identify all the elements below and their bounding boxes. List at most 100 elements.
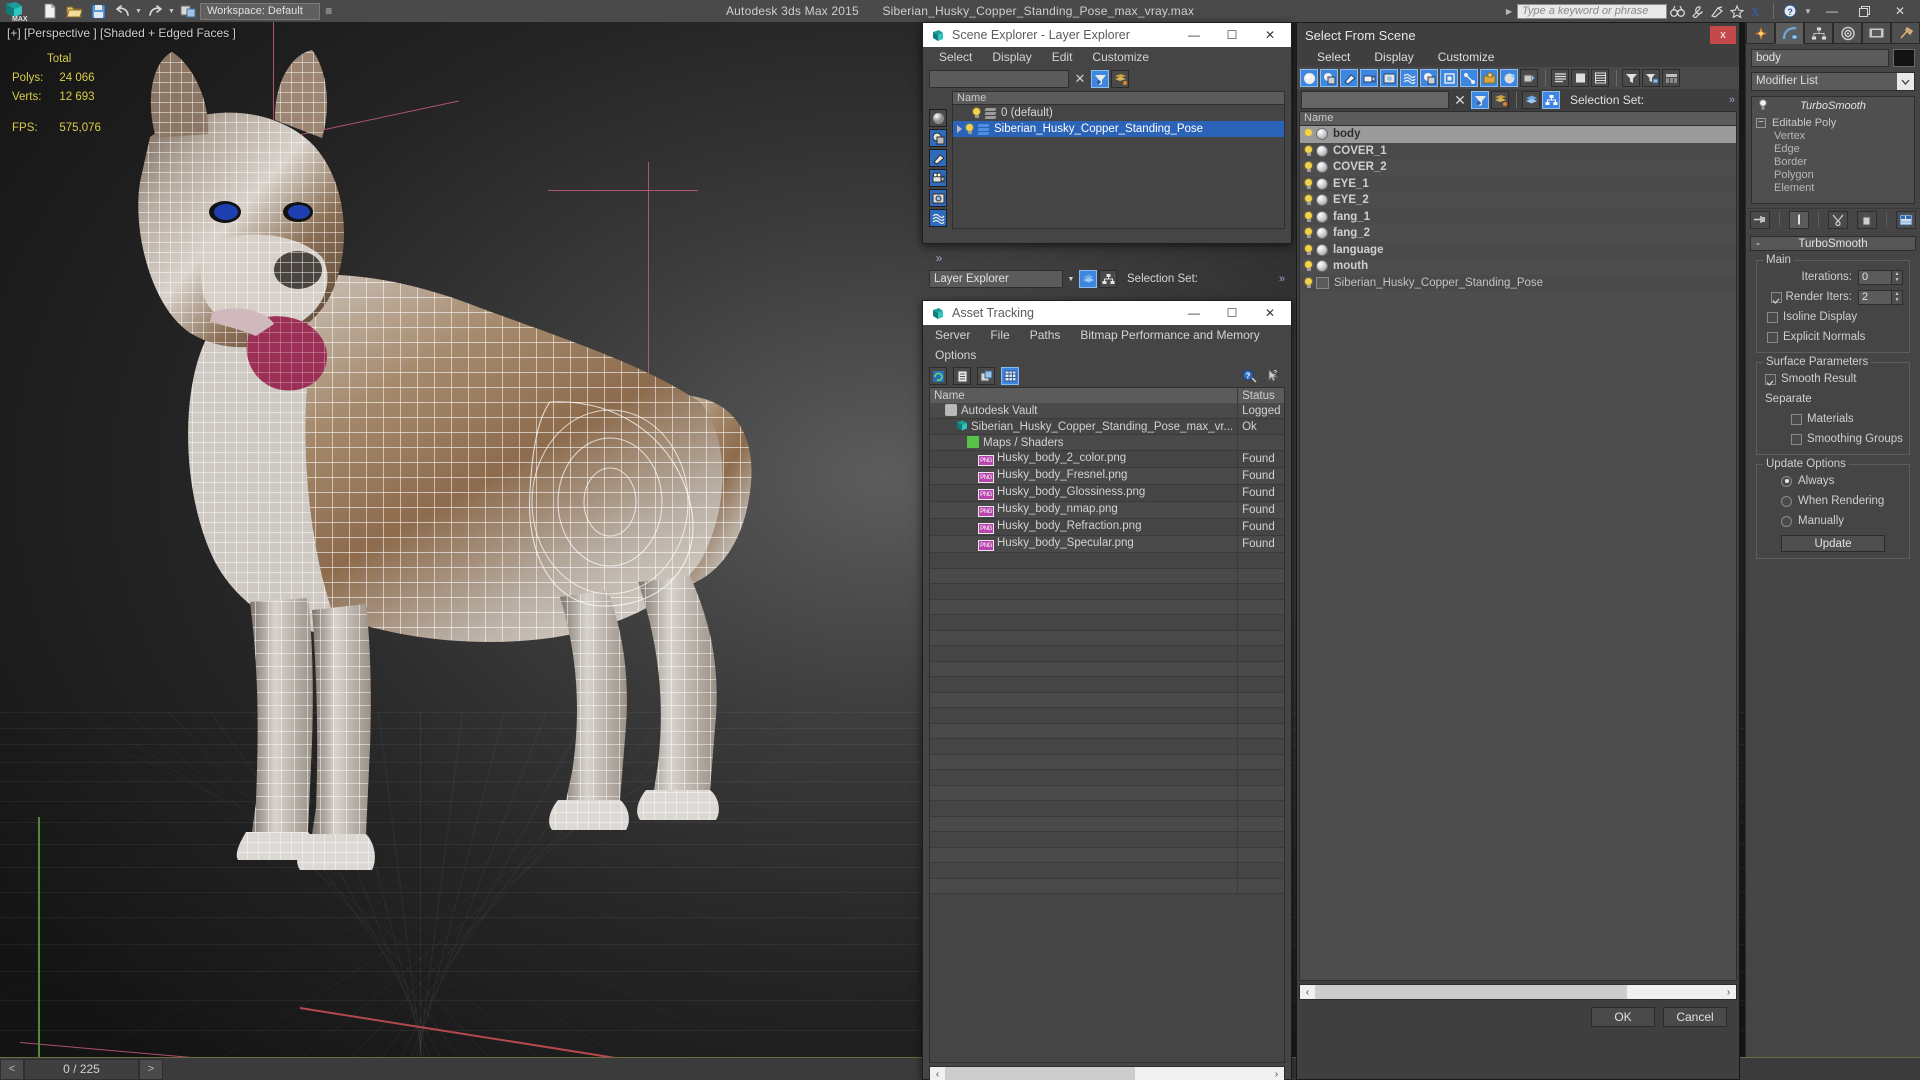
- list-item[interactable]: language: [1300, 241, 1736, 258]
- redo-dropdown-icon[interactable]: ▼: [167, 0, 176, 22]
- isoline-row[interactable]: Isoline Display: [1763, 309, 1903, 325]
- list-item[interactable]: EYE_1: [1300, 175, 1736, 192]
- asset-name-cell[interactable]: [930, 630, 1239, 646]
- modifier-stack-buttons[interactable]: [1746, 208, 1920, 230]
- modifier-stack[interactable]: TurboSmooth − Editable Poly Vertex Edge …: [1751, 96, 1915, 204]
- rollout-header[interactable]: - TurboSmooth: [1750, 236, 1916, 251]
- asset-name-cell[interactable]: [930, 769, 1239, 786]
- asset-name-cell[interactable]: [930, 847, 1239, 863]
- stack-item-editable-poly[interactable]: − Editable Poly: [1752, 116, 1914, 129]
- satellite-icon[interactable]: [1707, 1, 1727, 21]
- filter-icon[interactable]: [1622, 69, 1640, 87]
- help-icon[interactable]: ?: [1780, 1, 1800, 21]
- scene-explorer-titlebar[interactable]: Scene Explorer - Layer Explorer — ☐ ✕: [923, 23, 1291, 47]
- xrefs-icon[interactable]: [1440, 69, 1458, 87]
- iterations-stepper[interactable]: 0 ▲ ▼: [1858, 269, 1903, 285]
- clear-x-icon[interactable]: ✕: [1069, 71, 1091, 87]
- scroll-right-arrow[interactable]: ›: [1269, 1069, 1284, 1080]
- scroll-thumb[interactable]: [1315, 985, 1627, 999]
- manually-row[interactable]: Manually: [1763, 513, 1903, 529]
- filter-toggle-icon[interactable]: [1471, 91, 1489, 109]
- select-from-scene-close[interactable]: x: [1710, 26, 1736, 44]
- scroll-right-arrow[interactable]: ›: [1721, 987, 1736, 998]
- layer-filter-icon[interactable]: [1111, 70, 1129, 88]
- menu-display[interactable]: Display: [982, 50, 1041, 64]
- hierarchy-mode-icon[interactable]: [1099, 270, 1117, 288]
- object-visibility-icon[interactable]: [1303, 244, 1314, 256]
- menu-select[interactable]: Select: [1305, 50, 1362, 64]
- asset-name-cell[interactable]: PNG Husky_body_Refraction.png: [930, 518, 1239, 536]
- scene-explorer-maximize[interactable]: ☐: [1213, 23, 1251, 47]
- list-item[interactable]: Siberian_Husky_Copper_Standing_Pose: [953, 121, 1284, 137]
- asset-tracking-menubar-row1[interactable]: Server File Paths Bitmap Performance and…: [923, 325, 1291, 345]
- undo-icon[interactable]: [110, 0, 134, 22]
- lights-icon[interactable]: [929, 149, 947, 167]
- freeze-icon[interactable]: [1520, 69, 1538, 87]
- frame-next-button[interactable]: >: [139, 1058, 163, 1080]
- render-iters-value[interactable]: 2: [1858, 289, 1892, 305]
- hierarchy-icon[interactable]: [1542, 91, 1560, 109]
- asset-tracking-menubar-row2[interactable]: Options: [923, 345, 1291, 365]
- help-dropdown-icon[interactable]: ▼: [1800, 7, 1816, 16]
- particle-icon[interactable]: [1500, 69, 1518, 87]
- cancel-button[interactable]: Cancel: [1663, 1007, 1727, 1027]
- asset-name-cell[interactable]: [930, 692, 1239, 708]
- asset-name-cell[interactable]: [930, 723, 1239, 739]
- menu-file[interactable]: File: [980, 328, 1019, 342]
- scene-explorer-list[interactable]: 0 (default) Siberian_Husky_Copper_Standi…: [952, 105, 1285, 229]
- scroll-thumb[interactable]: [945, 1067, 1135, 1080]
- detail-icon[interactable]: [1591, 69, 1609, 87]
- select-from-scene-filter-toolbar[interactable]: [1297, 67, 1739, 89]
- asset-name-cell[interactable]: [930, 800, 1239, 817]
- stack-subobject-element[interactable]: Element: [1752, 181, 1914, 194]
- new-file-icon[interactable]: [38, 0, 62, 22]
- toolbar-overflow[interactable]: »: [1729, 94, 1735, 106]
- stack-subobject-border[interactable]: Border: [1752, 155, 1914, 168]
- object-visibility-icon[interactable]: [1303, 211, 1314, 223]
- asset-name-cell[interactable]: PNG Husky_body_2_color.png: [930, 450, 1239, 468]
- window-restore-button[interactable]: [1848, 0, 1880, 22]
- menu-bitmap-performance[interactable]: Bitmap Performance and Memory: [1070, 328, 1269, 342]
- select-from-scene-titlebar[interactable]: Select From Scene x: [1297, 23, 1739, 47]
- groups-icon[interactable]: [1420, 69, 1438, 87]
- asset-name-cell[interactable]: [930, 816, 1239, 832]
- select-from-scene-list[interactable]: body COVER_1 COVER_2 EYE_1 EYE_2 fang_1 fang_2…: [1299, 126, 1737, 981]
- scroll-track[interactable]: [1315, 985, 1721, 999]
- asset-name-cell[interactable]: [930, 738, 1239, 755]
- materials-row[interactable]: Materials: [1763, 411, 1903, 427]
- remove-modifier-icon[interactable]: [1856, 210, 1877, 229]
- stack-subobject-vertex[interactable]: Vertex: [1752, 129, 1914, 142]
- scroll-left-arrow[interactable]: ‹: [930, 1069, 945, 1080]
- asset-name-cell[interactable]: [930, 599, 1239, 615]
- collapse-icon[interactable]: −: [1756, 117, 1766, 128]
- object-visibility-icon[interactable]: [1303, 178, 1314, 190]
- iterations-row[interactable]: Iterations: 0 ▲ ▼: [1763, 269, 1903, 285]
- column-icon[interactable]: [1662, 69, 1680, 87]
- expand-arrow-icon[interactable]: ▶: [1501, 7, 1517, 16]
- bones-icon[interactable]: [1460, 69, 1478, 87]
- scene-explorer-side-toolbar[interactable]: »: [929, 91, 949, 265]
- asset-name-cell[interactable]: [930, 862, 1239, 879]
- filter-settings-icon[interactable]: [1642, 69, 1660, 87]
- layer-icon[interactable]: [1522, 91, 1540, 109]
- isoline-display-checkbox[interactable]: [1767, 311, 1778, 323]
- when-rendering-radio[interactable]: [1781, 495, 1792, 507]
- list-icon[interactable]: [1551, 69, 1569, 87]
- lights-icon[interactable]: [1340, 69, 1358, 87]
- stack-subobject-edge[interactable]: Edge: [1752, 142, 1914, 155]
- asset-name-cell[interactable]: PNG Husky_body_Specular.png: [930, 535, 1239, 553]
- list-item[interactable]: mouth: [1300, 258, 1736, 275]
- select-from-scene-hscrollbar[interactable]: ‹ ›: [1299, 984, 1737, 1000]
- spinner-arrows[interactable]: ▲ ▼: [1892, 269, 1903, 285]
- asset-name-cell[interactable]: [930, 878, 1239, 894]
- 3ds-max-logo-icon[interactable]: MAX: [2, 0, 38, 22]
- smoothing-groups-checkbox[interactable]: [1791, 433, 1802, 445]
- render-iters-stepper[interactable]: 2 ▲ ▼: [1858, 289, 1903, 305]
- asset-name-cell[interactable]: Maps / Shaders: [930, 434, 1239, 451]
- scroll-left-arrow[interactable]: ‹: [1300, 987, 1315, 998]
- list-item[interactable]: EYE_2: [1300, 192, 1736, 209]
- show-end-result-icon[interactable]: [1789, 210, 1810, 229]
- geometry-icon[interactable]: [929, 109, 947, 127]
- scene-explorer-minimize[interactable]: —: [1175, 23, 1213, 47]
- husky-3d-model[interactable]: [60, 42, 980, 1052]
